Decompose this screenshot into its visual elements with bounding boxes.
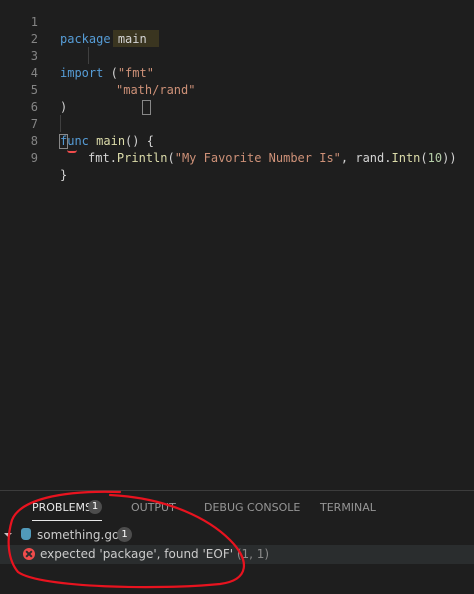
chevron-down-icon[interactable] xyxy=(4,533,12,537)
package-ref: rand xyxy=(355,151,385,165)
code-line-6[interactable]: 6 xyxy=(0,82,474,114)
code-line-8[interactable]: 8 fmt.Println("My Favorite Number Is", r… xyxy=(0,116,474,165)
function-call: Intn xyxy=(391,151,421,165)
problem-item[interactable]: expected 'package', found 'EOF' (1, 1) xyxy=(0,545,474,564)
package-ref: fmt xyxy=(88,151,110,165)
code-line-3[interactable]: 3 import ("fmt" xyxy=(0,31,474,80)
string-literal: "My Favorite Number Is" xyxy=(174,151,341,165)
bracket-match-box xyxy=(142,100,151,115)
tab-problems[interactable]: PROBLEMS xyxy=(32,498,92,518)
line-number: 9 xyxy=(30,151,38,165)
error-squiggle xyxy=(67,147,77,153)
code-line-7[interactable]: 7 func main() { xyxy=(0,99,474,148)
file-problem-count-badge: 1 xyxy=(117,527,132,542)
dot: . xyxy=(109,151,117,165)
file-name: something.go xyxy=(37,528,120,542)
number-literal: 10 xyxy=(427,151,443,165)
problems-count-badge: 1 xyxy=(88,500,102,514)
close-parens: )) xyxy=(442,151,457,165)
error-location: (1, 1) xyxy=(236,547,270,561)
code-line-5[interactable]: 5 ) xyxy=(0,65,474,114)
comma: , xyxy=(340,151,356,165)
tab-output[interactable]: OUTPUT xyxy=(131,498,176,518)
code-editor[interactable]: 1 package main 2 3 import ("fmt" 4 "math… xyxy=(0,0,474,490)
dot: . xyxy=(384,151,392,165)
error-message: expected 'package', found 'EOF' xyxy=(40,547,234,561)
active-tab-indicator xyxy=(32,520,102,521)
code-line-1[interactable]: 1 package main xyxy=(0,0,474,46)
error-icon xyxy=(23,548,35,560)
open-paren: ( xyxy=(420,151,428,165)
close-brace: } xyxy=(60,168,68,182)
problem-file-row[interactable]: something.go 1 xyxy=(0,525,474,545)
open-paren: ( xyxy=(167,151,175,165)
error-message-line: expected 'package', found 'EOF' (1, 1) xyxy=(40,545,269,564)
function-call: Println xyxy=(116,151,168,165)
go-file-icon xyxy=(21,528,31,540)
tab-terminal[interactable]: TERMINAL xyxy=(320,498,376,518)
code-line-2[interactable]: 2 xyxy=(0,14,474,46)
tab-debug-console[interactable]: DEBUG CONSOLE xyxy=(204,498,300,518)
code-line-4[interactable]: 4 "math/rand" xyxy=(0,48,474,97)
